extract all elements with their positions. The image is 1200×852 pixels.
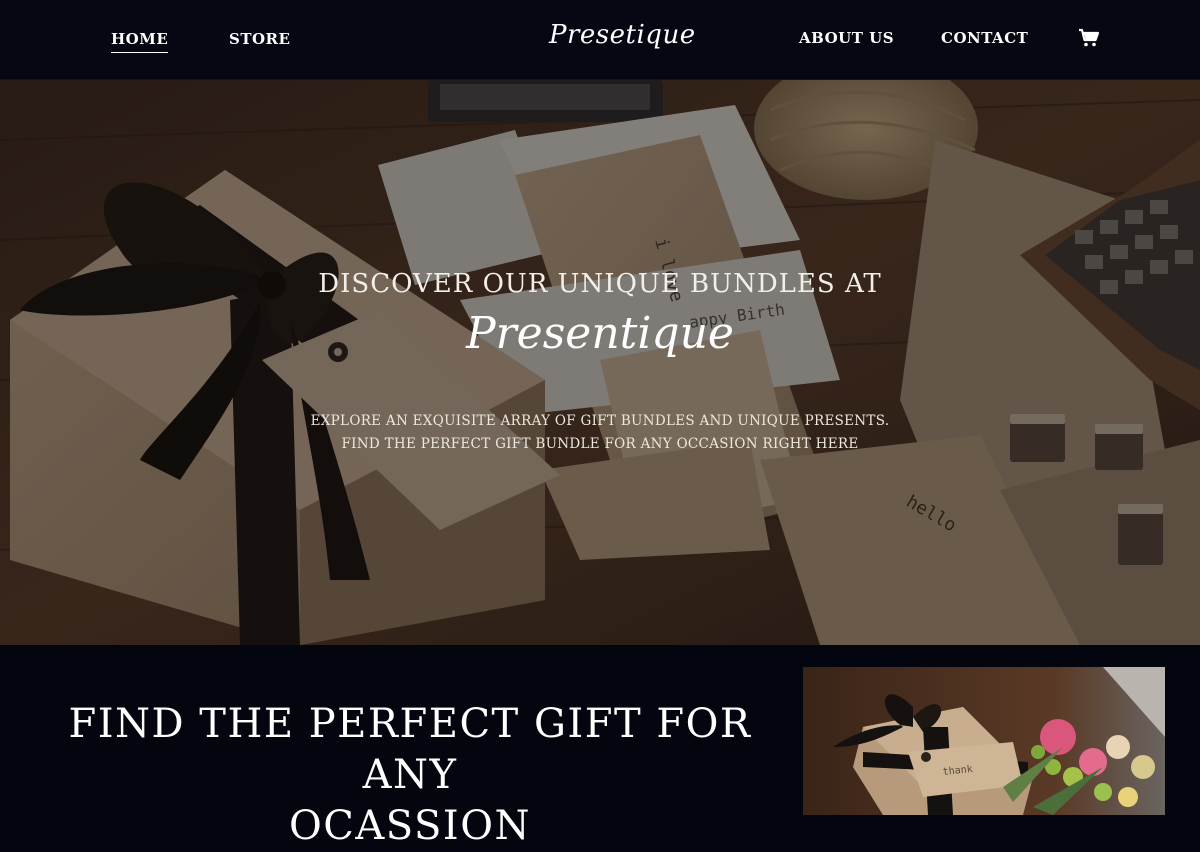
hero-dark-overlay xyxy=(0,80,1200,645)
feature-heading-line2: OCASSION xyxy=(289,803,531,849)
hero-brand-script: Presentique xyxy=(466,308,734,359)
site-logo[interactable]: Presetique xyxy=(549,20,696,50)
nav-store-link[interactable]: STORE xyxy=(229,30,290,48)
top-navigation: HOME STORE Presetique ABOUT US CONTACT xyxy=(0,0,1200,80)
hero-banner: i love hello appy Birth DISCOVER OUR UNI… xyxy=(0,80,1200,645)
hero-subtitle-line2: FIND THE PERFECT GIFT BUNDLE FOR ANY OCC… xyxy=(341,436,859,452)
nav-home-link[interactable]: HOME xyxy=(111,30,169,53)
feature-heading-line1: FIND THE PERFECT GIFT FOR ANY xyxy=(68,701,752,798)
gift-flowers-photo: thank xyxy=(803,667,1165,815)
shopping-cart-icon[interactable] xyxy=(1078,28,1100,48)
nav-about-link[interactable]: ABOUT US xyxy=(799,29,894,47)
feature-section: FIND THE PERFECT GIFT FOR ANY OCASSION t… xyxy=(0,645,1200,849)
feature-heading: FIND THE PERFECT GIFT FOR ANY OCASSION xyxy=(20,699,800,852)
hero-heading: DISCOVER OUR UNIQUE BUNDLES AT xyxy=(318,269,882,299)
hero-subtitle-line1: EXPLORE AN EXQUISITE ARRAY OF GIFT BUNDL… xyxy=(310,413,890,429)
nav-contact-link[interactable]: CONTACT xyxy=(941,29,1028,47)
